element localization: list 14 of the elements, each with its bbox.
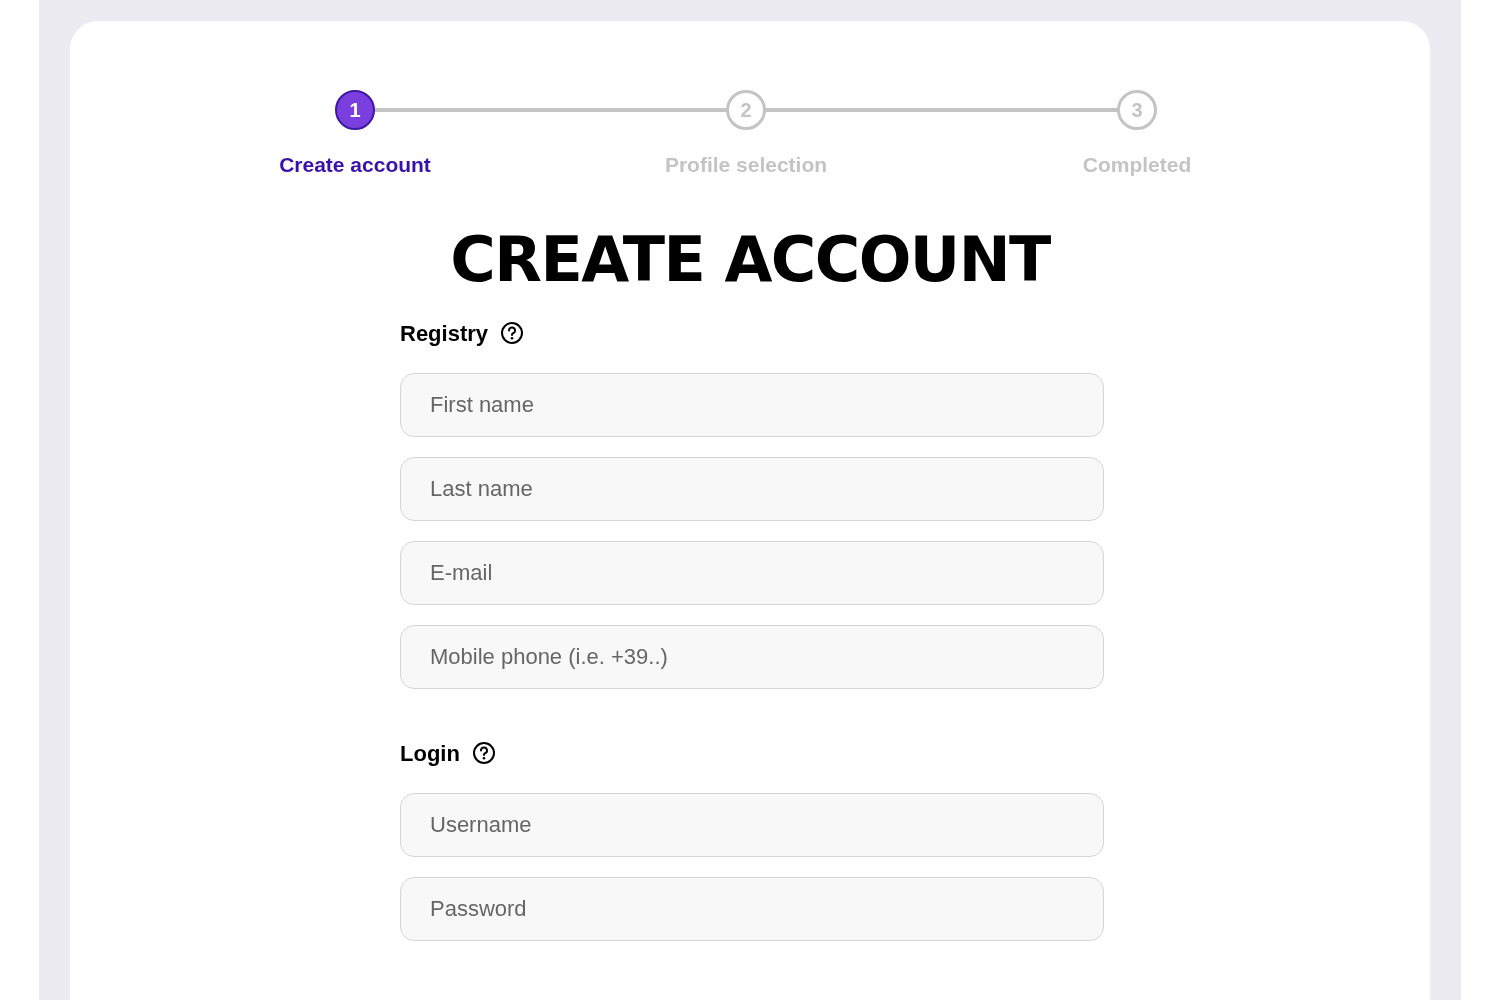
input-field[interactable]: Mobile phone (i.e. +39..)	[400, 625, 1104, 689]
step-label: Create account	[279, 152, 431, 178]
section-heading: Registry	[400, 319, 489, 348]
help-icon[interactable]	[500, 321, 525, 345]
input-field[interactable]: Username	[400, 793, 1104, 857]
section-heading: Login	[400, 739, 460, 768]
step-label: Completed	[1082, 152, 1192, 178]
input-field[interactable]: First name	[400, 373, 1104, 437]
page-title: CREATE ACCOUNT	[450, 229, 1050, 291]
step-label: Profile selection	[664, 152, 828, 178]
input-field[interactable]: Password	[400, 877, 1104, 941]
input-field[interactable]: E-mail	[400, 541, 1104, 605]
help-icon[interactable]	[471, 741, 496, 765]
input-field[interactable]: Last name	[400, 457, 1104, 521]
